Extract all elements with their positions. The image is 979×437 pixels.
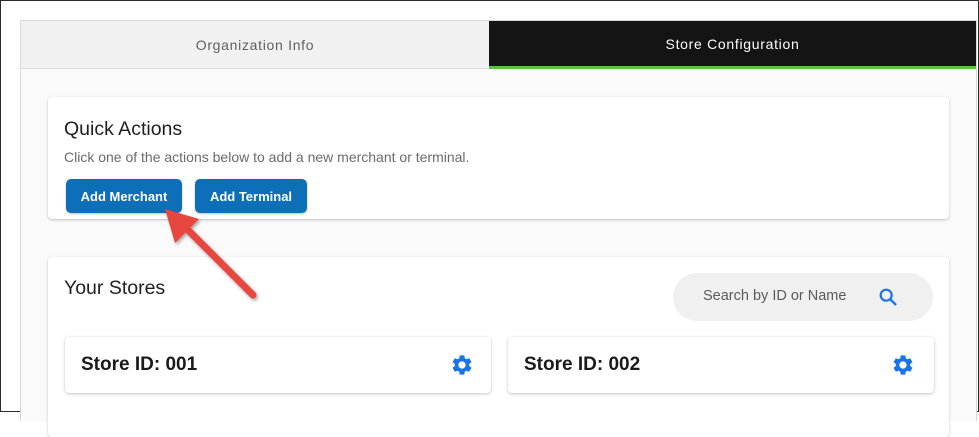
quick-actions-card: Quick Actions Click one of the actions b… — [48, 97, 949, 219]
tab-bar: Organization Info Store Configuration — [21, 21, 976, 69]
store-search-input[interactable]: Search by ID or Name — [673, 273, 933, 321]
tab-organization-info[interactable]: Organization Info — [21, 21, 489, 69]
your-stores-card: Your Stores Search by ID or Name Store I… — [48, 257, 949, 437]
store-id-label: Store ID: 002 — [524, 354, 641, 375]
settings-panel: Organization Info Store Configuration Qu… — [20, 20, 977, 437]
your-stores-title: Your Stores — [64, 277, 166, 299]
quick-actions-title: Quick Actions — [64, 118, 183, 140]
store-id-label: Store ID: 001 — [81, 354, 198, 375]
gear-icon[interactable] — [450, 353, 474, 377]
search-icon[interactable] — [877, 286, 899, 308]
add-merchant-button[interactable]: Add Merchant — [66, 179, 182, 213]
store-card[interactable]: Store ID: 001 — [65, 337, 491, 393]
gear-icon[interactable] — [891, 353, 915, 377]
search-placeholder: Search by ID or Name — [703, 288, 847, 304]
quick-actions-description: Click one of the actions below to add a … — [64, 149, 470, 165]
tab-store-configuration[interactable]: Store Configuration — [489, 21, 976, 69]
add-terminal-button[interactable]: Add Terminal — [195, 179, 307, 213]
screenshot-frame: Organization Info Store Configuration Qu… — [0, 0, 979, 437]
store-card[interactable]: Store ID: 002 — [508, 337, 934, 393]
